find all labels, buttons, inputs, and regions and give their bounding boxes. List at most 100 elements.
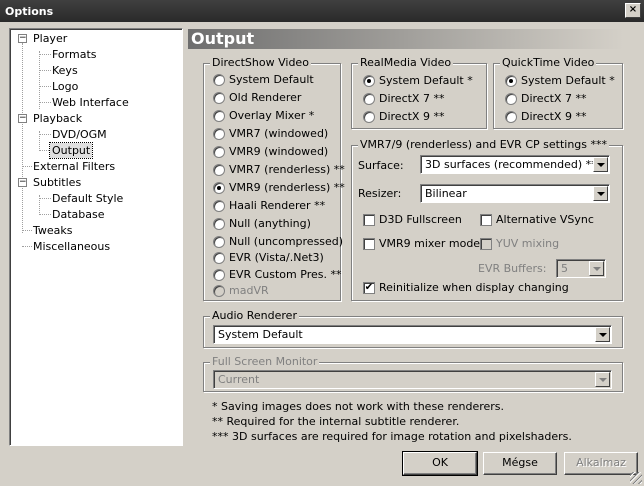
- radio-indicator: [213, 285, 225, 297]
- chevron-down-icon: [595, 372, 610, 387]
- option-label: Null (anything): [229, 217, 311, 230]
- fullscreen-monitor-group: Full Screen Monitor Current: [203, 355, 623, 392]
- vmr-settings-group: VMR7/9 (renderless) and EVR CP settings …: [351, 138, 623, 301]
- option-label: VMR9 mixer mode: [379, 237, 481, 250]
- tree-item-subtitles[interactable]: Subtitles: [31, 175, 83, 190]
- close-icon[interactable]: ×: [625, 3, 641, 18]
- option-label: DirectX 7 **: [379, 92, 445, 105]
- ok-button[interactable]: OK: [402, 451, 478, 476]
- option-label: DirectX 7 **: [521, 92, 587, 105]
- option-label: D3D Fullscreen: [379, 213, 462, 226]
- fullscreen-monitor-value: Current: [218, 373, 260, 386]
- option-label: System Default *: [379, 74, 473, 87]
- radio-indicator[interactable]: [213, 236, 225, 248]
- option-label: Reinitialize when display changing: [379, 281, 569, 294]
- radio-indicator[interactable]: [213, 92, 225, 104]
- option-label: VMR9 (windowed): [229, 145, 329, 158]
- checkbox-indicator[interactable]: [363, 214, 375, 226]
- option-label: EVR (Vista/.Net3): [229, 251, 324, 264]
- chevron-down-icon[interactable]: [593, 186, 608, 201]
- option-label: VMR7 (renderless) **: [229, 163, 345, 176]
- chevron-down-icon[interactable]: [595, 327, 610, 342]
- radio-indicator[interactable]: [505, 93, 517, 105]
- fullscreen-monitor-label: Full Screen Monitor: [210, 355, 320, 368]
- collapse-subtitles-icon[interactable]: −: [18, 178, 27, 187]
- realmedia-group-label: RealMedia Video: [358, 56, 454, 69]
- evr-buffers-select: 5: [556, 259, 606, 278]
- tree-item-dvd-ogm[interactable]: DVD/OGM: [50, 127, 109, 142]
- audio-renderer-label: Audio Renderer: [210, 309, 299, 322]
- tree-item-playback[interactable]: Playback: [31, 111, 84, 126]
- option-label: DirectX 9 **: [521, 110, 587, 123]
- options-tree[interactable]: − Player Formats Keys Logo Web Interface…: [9, 28, 183, 446]
- audio-renderer-select[interactable]: System Default: [213, 325, 612, 344]
- fullscreen-monitor-select: Current: [213, 370, 612, 389]
- tree-item-formats[interactable]: Formats: [50, 47, 99, 62]
- tree-item-keys[interactable]: Keys: [50, 63, 80, 78]
- resize-grip-icon[interactable]: [630, 472, 642, 484]
- evr-buffers-label: EVR Buffers:: [478, 262, 547, 275]
- resizer-value: Bilinear: [425, 187, 467, 200]
- apply-button: Alkalmaz: [564, 452, 638, 475]
- checkmark-icon[interactable]: ✔: [363, 282, 375, 294]
- audio-renderer-group: Audio Renderer System Default: [203, 309, 623, 348]
- quicktime-group: QuickTime Video System Default * DirectX…: [493, 56, 623, 129]
- directshow-group-label: DirectShow Video: [210, 56, 311, 69]
- option-label: VMR9 (renderless) **: [229, 181, 345, 194]
- radio-indicator[interactable]: [213, 110, 225, 122]
- checkbox-indicator[interactable]: [480, 214, 492, 226]
- collapse-playback-icon[interactable]: −: [18, 114, 27, 123]
- vmr-group-label: VMR7/9 (renderless) and EVR CP settings …: [358, 138, 609, 151]
- radio-indicator[interactable]: [213, 146, 225, 158]
- note-saving-images: * Saving images does not work with these…: [212, 400, 505, 413]
- tree-item-miscellaneous[interactable]: Miscellaneous: [31, 239, 112, 254]
- collapse-player-icon[interactable]: −: [18, 34, 27, 43]
- option-label: Haali Renderer **: [229, 199, 326, 212]
- checkbox-indicator: [480, 238, 492, 250]
- surface-select[interactable]: 3D surfaces (recommended) ***: [420, 155, 610, 174]
- tree-item-logo[interactable]: Logo: [50, 79, 80, 94]
- tree-item-player[interactable]: Player: [31, 31, 69, 46]
- audio-renderer-value: System Default: [218, 328, 303, 341]
- option-label: DirectX 9 **: [379, 110, 445, 123]
- radio-indicator[interactable]: [213, 269, 225, 281]
- option-label: EVR Custom Pres. **: [229, 268, 342, 281]
- tree-item-output[interactable]: Output: [48, 142, 94, 159]
- option-label: Old Renderer: [229, 91, 302, 104]
- radio-indicator[interactable]: [505, 75, 517, 87]
- radio-indicator[interactable]: [213, 128, 225, 140]
- note-internal-subtitle: ** Required for the internal subtitle re…: [212, 415, 460, 428]
- tree-item-database[interactable]: Database: [50, 207, 107, 222]
- chevron-down-icon[interactable]: [593, 157, 608, 172]
- checkbox-indicator[interactable]: [363, 238, 375, 250]
- radio-indicator[interactable]: [363, 93, 375, 105]
- tree-item-default-style[interactable]: Default Style: [50, 191, 125, 206]
- radio-indicator[interactable]: [213, 200, 225, 212]
- resizer-label: Resizer:: [358, 187, 402, 200]
- tree-item-tweaks[interactable]: Tweaks: [31, 223, 75, 238]
- option-label: Overlay Mixer *: [229, 109, 315, 122]
- window-title: Options: [5, 5, 54, 18]
- option-label: System Default *: [521, 74, 615, 87]
- chevron-down-icon: [589, 261, 604, 276]
- radio-indicator[interactable]: [213, 252, 225, 264]
- surface-value: 3D surfaces (recommended) ***: [425, 158, 603, 171]
- radio-indicator[interactable]: [213, 74, 225, 86]
- note-3d-surfaces: *** 3D surfaces are required for image r…: [212, 430, 572, 443]
- option-label: YUV mixing: [496, 237, 560, 250]
- evr-buffers-value: 5: [561, 262, 568, 275]
- directshow-group: DirectShow Video System Default Old Rend…: [203, 56, 345, 301]
- realmedia-group: RealMedia Video System Default * DirectX…: [351, 56, 487, 129]
- resizer-select[interactable]: Bilinear: [420, 184, 610, 203]
- radio-indicator[interactable]: [363, 111, 375, 123]
- radio-indicator[interactable]: [363, 75, 375, 87]
- radio-indicator[interactable]: [213, 218, 225, 230]
- option-label: System Default: [229, 73, 314, 86]
- option-label: VMR7 (windowed): [229, 127, 329, 140]
- tree-item-external-filters[interactable]: External Filters: [31, 159, 117, 174]
- cancel-button[interactable]: Mégse: [483, 452, 557, 475]
- radio-indicator[interactable]: [213, 182, 225, 194]
- radio-indicator[interactable]: [505, 111, 517, 123]
- tree-item-web-interface[interactable]: Web Interface: [50, 95, 131, 110]
- radio-indicator[interactable]: [213, 164, 225, 176]
